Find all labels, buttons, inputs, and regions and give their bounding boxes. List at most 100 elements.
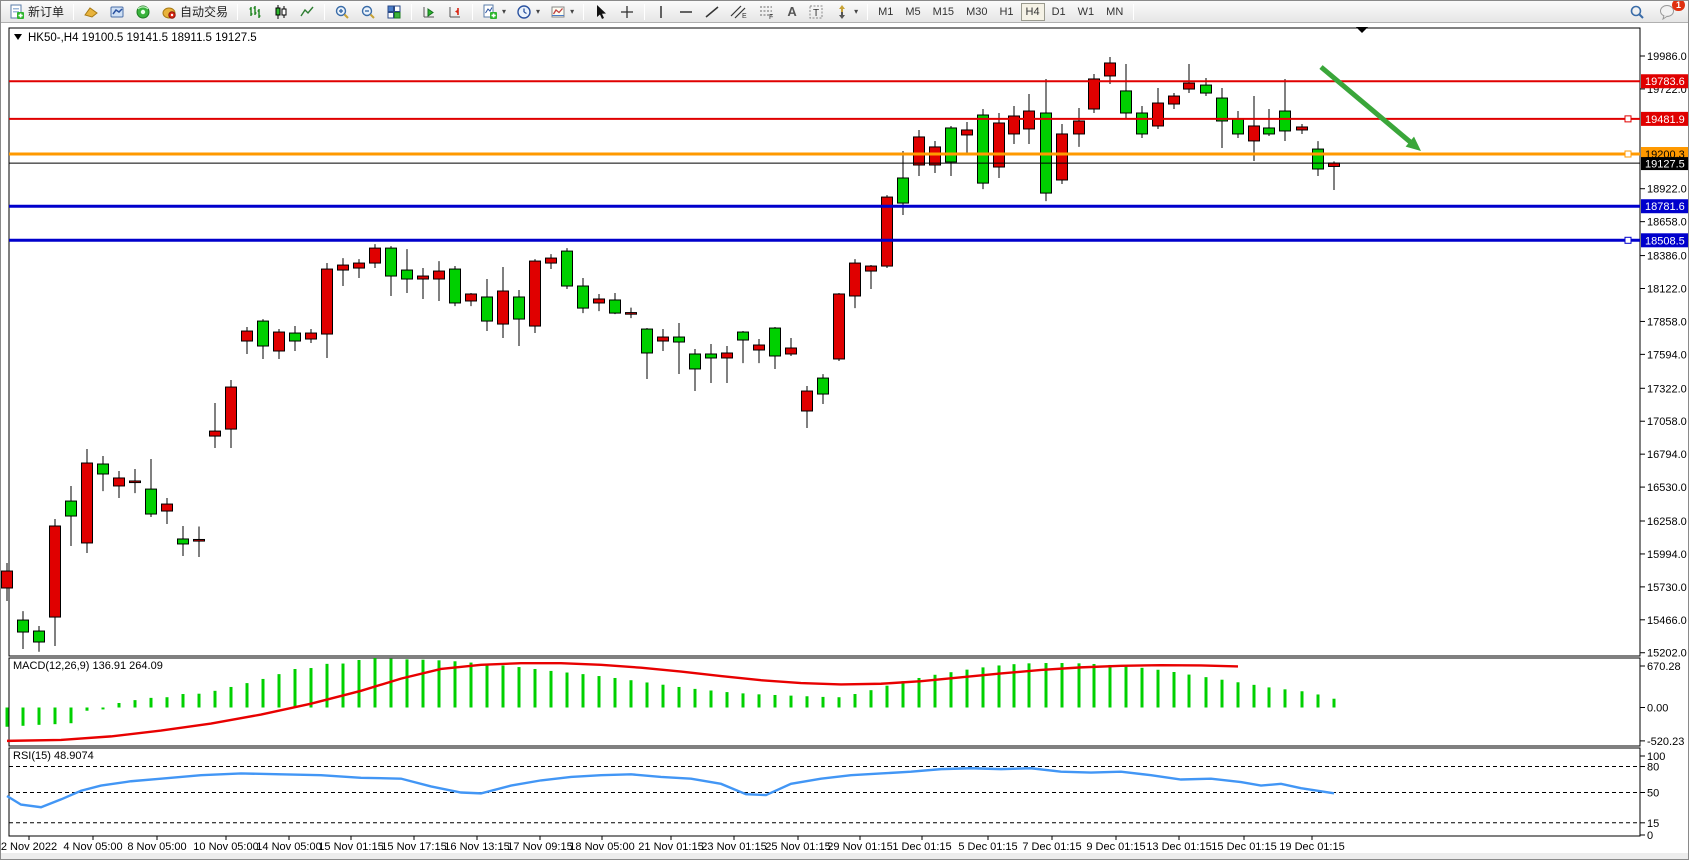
- candle-body: [690, 354, 701, 369]
- candle-body: [850, 263, 861, 296]
- candle-body: [946, 128, 957, 162]
- candle-body: [706, 354, 717, 358]
- candle-body: [610, 300, 621, 313]
- candle-body: [418, 276, 429, 279]
- candle-body: [546, 258, 557, 263]
- line-handle: [1625, 237, 1631, 243]
- candle-body: [162, 504, 173, 511]
- price-tick-label: 17594.0: [1647, 349, 1687, 361]
- candle-body: [1249, 126, 1260, 141]
- candle-body: [866, 266, 877, 271]
- macd-axis-label: 0.00: [1647, 703, 1668, 715]
- date-axis: 2 Nov 20224 Nov 05:008 Nov 05:0010 Nov 0…: [1, 836, 1345, 853]
- candle-body: [290, 333, 301, 341]
- price-tick-label: 15730.0: [1647, 582, 1687, 594]
- price-tick-label: 17858.0: [1647, 316, 1687, 328]
- candle-body: [514, 297, 525, 319]
- price-tick-label: 15466.0: [1647, 615, 1687, 627]
- candle-body: [962, 130, 973, 135]
- line-handle: [1625, 151, 1631, 157]
- candle-body: [1217, 98, 1228, 121]
- candle-body: [1089, 79, 1100, 109]
- candle-body: [1057, 134, 1068, 180]
- candle-body: [194, 539, 205, 541]
- candle-body: [562, 251, 573, 286]
- date-tick-label: 5 Dec 01:15: [958, 841, 1017, 853]
- candle-body: [66, 501, 77, 516]
- date-tick-label: 1 Dec 01:15: [892, 841, 951, 853]
- candle-body: [914, 137, 925, 165]
- date-tick-label: 10 Nov 05:00: [193, 841, 258, 853]
- candle-body: [114, 478, 125, 486]
- candle-body: [98, 464, 109, 474]
- rsi-axis-label: 80: [1647, 762, 1659, 774]
- price-tick-label: 16530.0: [1647, 482, 1687, 494]
- candle-body: [50, 526, 61, 617]
- date-tick-label: 19 Dec 01:15: [1279, 841, 1344, 853]
- candle-body: [658, 337, 669, 341]
- candle-body: [274, 332, 285, 351]
- date-tick-label: 21 Nov 01:15: [638, 841, 703, 853]
- price-tick-label: 19986.0: [1647, 51, 1687, 63]
- price-tick-label: 16794.0: [1647, 449, 1687, 461]
- date-tick-label: 14 Nov 05:00: [256, 841, 321, 853]
- candle-body: [434, 271, 445, 279]
- candle-body: [642, 329, 653, 353]
- candle-body: [754, 345, 765, 350]
- rsi-axis-label: 50: [1647, 788, 1659, 800]
- candle-body: [498, 291, 509, 324]
- mt4-window: 新订单 自动交易: [0, 0, 1689, 860]
- candle-body: [322, 269, 333, 334]
- candle-body: [146, 489, 157, 514]
- ohlc-readout: HK50-,H4 19100.5 19141.5 18911.5 19127.5: [28, 32, 257, 44]
- candle-body: [1264, 128, 1275, 134]
- candle-body: [1169, 96, 1180, 104]
- candle-body: [1184, 83, 1195, 89]
- price-tick-label: 15202.0: [1647, 648, 1687, 660]
- current-price-label: 19127.5: [1645, 159, 1685, 171]
- candle-body: [2, 571, 13, 588]
- date-tick-label: 18 Nov 05:00: [569, 841, 634, 853]
- candle-body: [482, 297, 493, 321]
- candle-body: [402, 270, 413, 279]
- macd-axis-label: 670.28: [1647, 661, 1681, 673]
- candle-body: [1280, 111, 1291, 131]
- candle-body: [1121, 91, 1132, 113]
- candle-body: [1233, 119, 1244, 134]
- candle-body: [1137, 113, 1148, 134]
- rsi-axis-label: 0: [1647, 830, 1653, 842]
- candle-body: [722, 353, 733, 358]
- date-tick-label: 16 Nov 13:15: [444, 841, 509, 853]
- candle-body: [1201, 85, 1212, 93]
- candle-body: [386, 248, 397, 276]
- price-line-badge-label: 19783.6: [1645, 76, 1685, 88]
- date-tick-label: 4 Nov 05:00: [63, 841, 122, 853]
- candle-body: [82, 463, 93, 543]
- candle-body: [1153, 103, 1164, 126]
- date-tick-label: 13 Dec 01:15: [1146, 841, 1211, 853]
- candle-body: [1313, 149, 1324, 169]
- candle-body: [1024, 111, 1035, 129]
- candle-body: [34, 631, 45, 642]
- date-tick-label: 29 Nov 01:15: [827, 841, 892, 853]
- candle-body: [802, 391, 813, 411]
- date-tick-label: 15 Nov 17:15: [381, 841, 446, 853]
- candle-body: [818, 378, 829, 394]
- candle-body: [226, 387, 237, 429]
- candle-body: [354, 263, 365, 268]
- price-tick-label: 18922.0: [1647, 184, 1687, 196]
- candle-body: [258, 321, 269, 346]
- chart-info-line: HK50-,H4 19100.5 19141.5 18911.5 19127.5: [14, 32, 257, 44]
- candle-body: [18, 620, 29, 632]
- price-line-badge-label: 19481.9: [1645, 114, 1685, 126]
- price-tick-label: 18658.0: [1647, 217, 1687, 229]
- date-tick-label: 15 Nov 01:15: [318, 841, 383, 853]
- line-handle: [1625, 116, 1631, 122]
- candle-body: [674, 337, 685, 342]
- chart-canvas[interactable]: 19986.019722.018922.018658.018386.018122…: [1, 1, 1689, 860]
- price-tick-label: 18386.0: [1647, 251, 1687, 263]
- candle-body: [1105, 63, 1116, 76]
- price-tick-label: 15994.0: [1647, 549, 1687, 561]
- candle-body: [530, 261, 541, 326]
- price-tick-label: 17322.0: [1647, 383, 1687, 395]
